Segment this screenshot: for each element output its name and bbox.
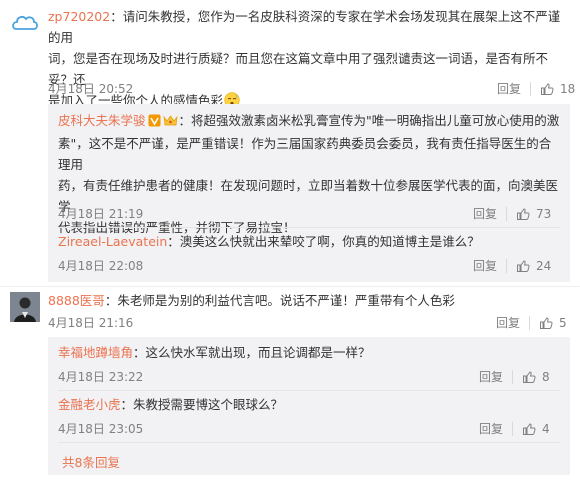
reply-1-like-count: 73 (536, 206, 552, 221)
reply-2-user[interactable]: Zireael-Laevatein (58, 234, 167, 249)
comment-1-text: zp720202：请问朱教授，您作为一名皮肤科资深的专家在学术会场发现其在展架上… (48, 6, 568, 114)
comment-1-reply-button[interactable]: 回复 (497, 80, 521, 97)
reply-1-like-button[interactable]: 73 (516, 207, 551, 221)
reply-4-like-count: 4 (542, 421, 550, 436)
reply-divider (58, 227, 560, 228)
reply-3-user[interactable]: 幸福地蹲墙角 (58, 345, 133, 360)
comment-1-like-button[interactable]: 18 (540, 82, 575, 96)
view-more-replies-link[interactable]: 共8条回复 (62, 452, 120, 471)
reply-1-actions: 回复 73 (473, 205, 551, 222)
cloud-avatar-icon (12, 15, 38, 30)
thumb-up-icon (540, 316, 553, 329)
comment-2-user[interactable]: 8888医哥 (48, 293, 105, 308)
reply-2-time: 4月18日 22:08 (58, 259, 144, 273)
reply-2-like-button[interactable]: 24 (516, 259, 551, 273)
reply-divider (58, 390, 560, 391)
reply-4-like-button[interactable]: 4 (522, 422, 550, 436)
reply-4-reply-button[interactable]: 回复 (479, 420, 503, 437)
comment-2-text: 8888医哥：朱老师是为别的利益代言吧。说话不严谨！严重带有个人色彩 (48, 293, 455, 308)
reply-4-actions: 回复 4 (479, 420, 550, 437)
verified-badge-icon (148, 112, 161, 133)
reply-2-actions: 回复 24 (473, 257, 551, 274)
reply-3-like-count: 8 (542, 369, 550, 384)
comment-1-actions: 回复 18 (497, 80, 575, 97)
reply-1-user[interactable]: 皮科大夫朱学骏 (58, 113, 146, 128)
comment-1-time: 4月18日 20:52 (48, 82, 134, 96)
reply-3-like-button[interactable]: 8 (522, 370, 550, 384)
thumb-up-icon (517, 259, 530, 272)
avatar-8888doctor[interactable] (10, 292, 40, 322)
reply-4-user[interactable]: 金融老小虎 (58, 397, 121, 412)
reply-1-reply-button[interactable]: 回复 (473, 205, 497, 222)
comment-1-like-count: 18 (560, 81, 576, 96)
reply-3-text: 幸福地蹲墙角：这么快水军就出现，而且论调都是一样？ (58, 345, 371, 360)
reply-2-like-count: 24 (536, 258, 552, 273)
person-photo-icon (10, 292, 40, 322)
comment-2-like-count: 5 (559, 315, 567, 330)
reply-3-actions: 回复 8 (479, 368, 550, 385)
comment-2-actions: 回复 5 (496, 314, 567, 331)
reply-4-time: 4月18日 23:05 (58, 422, 144, 436)
comment-2-reply-button[interactable]: 回复 (496, 314, 520, 331)
reply-4-text: 金融老小虎：朱教授需要博这个眼球么？ (58, 397, 284, 412)
thumb-up-icon (517, 207, 530, 220)
reply-1-time: 4月18日 21:19 (58, 207, 144, 221)
thumb-up-icon (523, 422, 536, 435)
avatar-zp720202[interactable] (10, 8, 40, 38)
reply-3-reply-button[interactable]: 回复 (479, 368, 503, 385)
comment-2-time: 4月18日 21:16 (48, 316, 134, 330)
comment-2-like-button[interactable]: 5 (539, 316, 567, 330)
reply-divider (58, 442, 560, 443)
vip-crown-icon (163, 112, 178, 133)
thumb-up-icon (541, 82, 554, 95)
reply-3-time: 4月18日 23:22 (58, 370, 144, 384)
comment-divider (0, 286, 580, 287)
reply-2-reply-button[interactable]: 回复 (473, 257, 497, 274)
thumb-up-icon (523, 370, 536, 383)
comment-1-user[interactable]: zp720202 (48, 9, 110, 24)
reply-2-text: Zireael-Laevatein：澳美这么快就出来辇咬了啊，你真的知道博主是谁… (58, 234, 480, 249)
